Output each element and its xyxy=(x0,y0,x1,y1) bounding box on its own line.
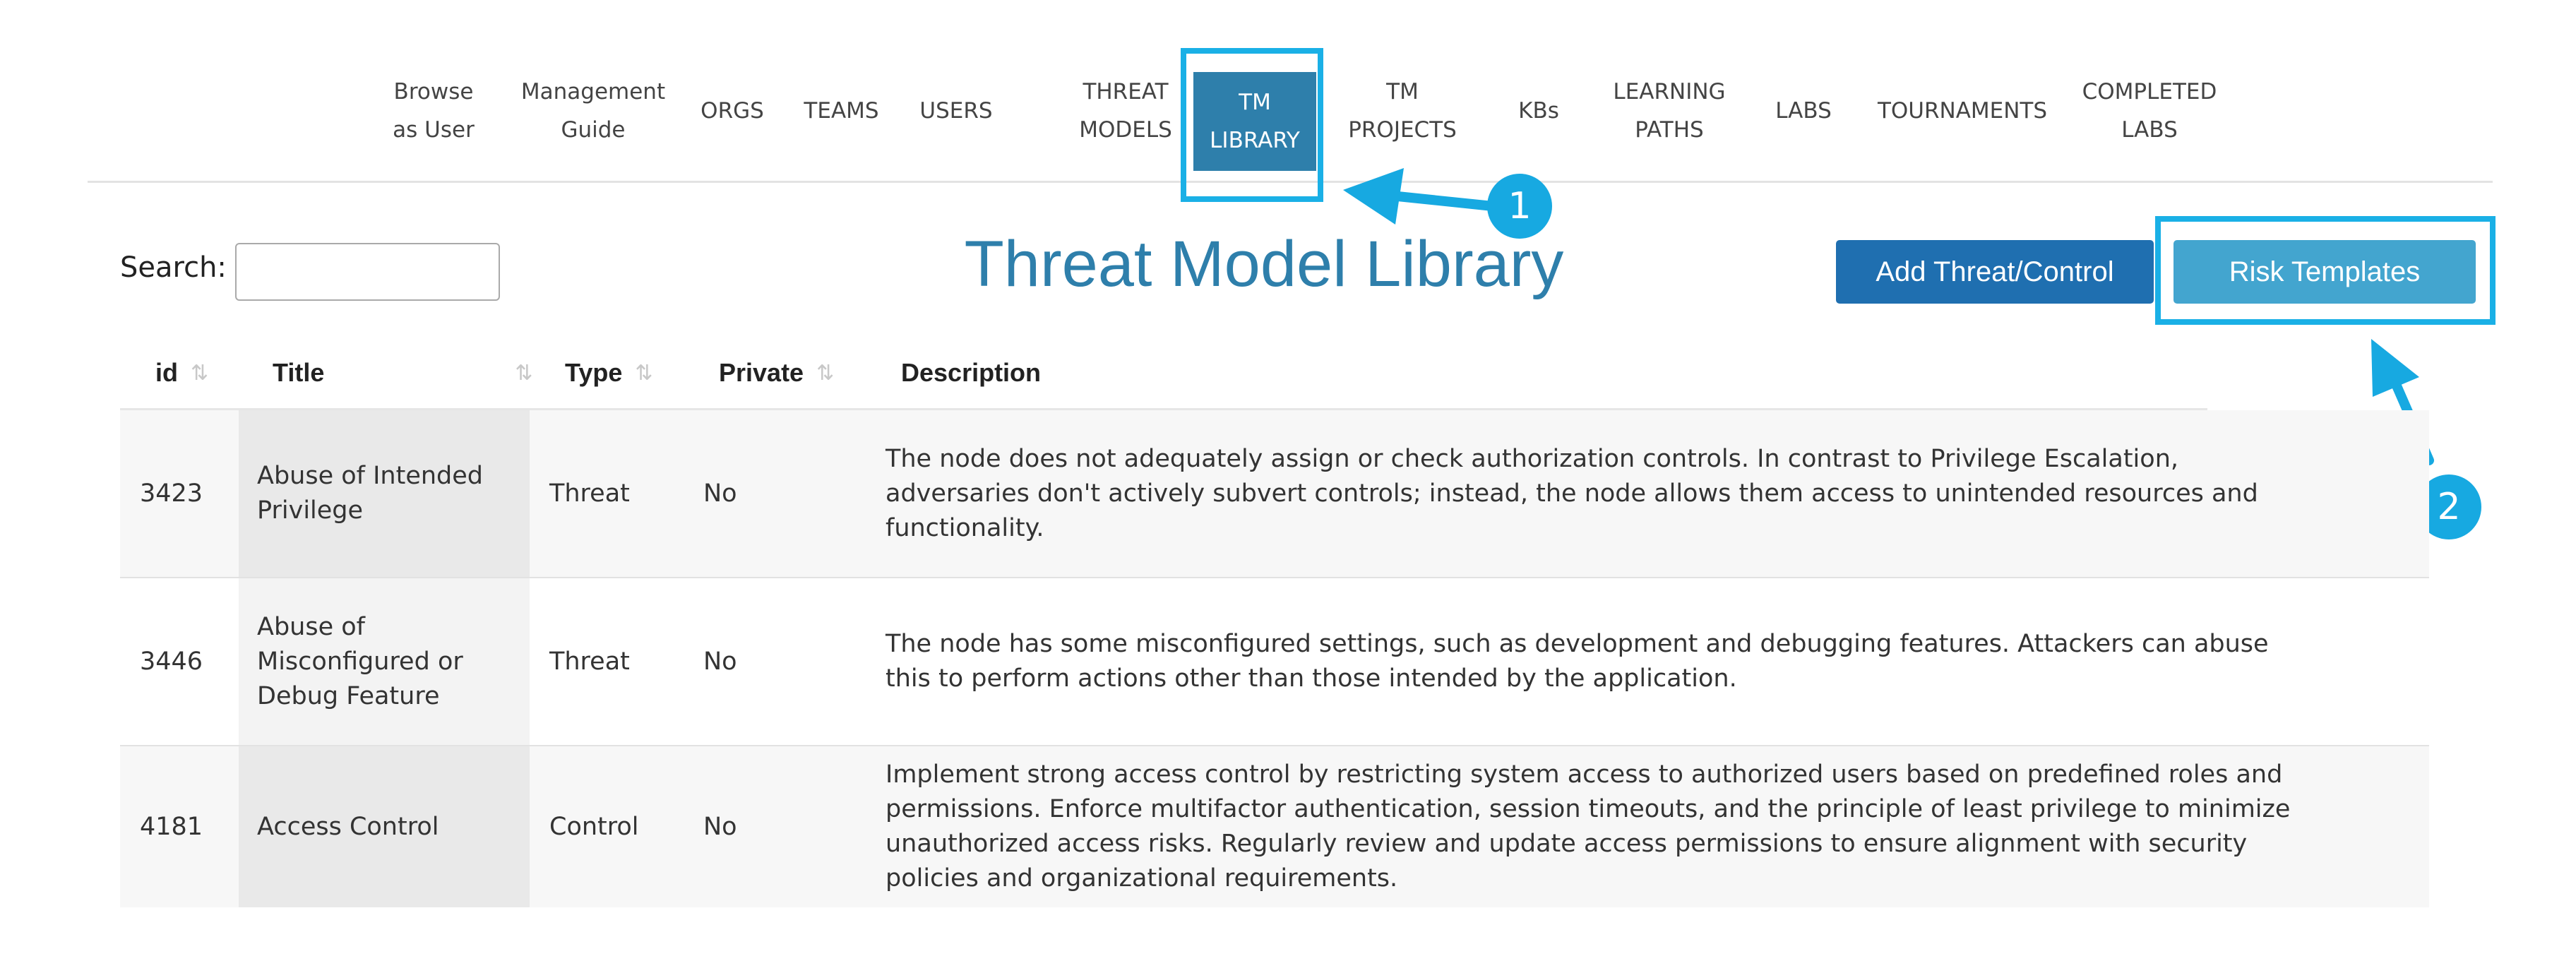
column-header-id[interactable]: id ⇅ xyxy=(155,338,240,408)
cell-type: Threat xyxy=(549,647,630,676)
sort-arrows-icon[interactable]: ⇅ xyxy=(816,361,834,386)
table-row[interactable]: 3423 Abuse of Intended Privilege Threat … xyxy=(120,410,2429,578)
cell-description: The node has some misconfigured settings… xyxy=(886,630,2269,693)
table-row[interactable]: 3446 Abuse of Misconfigured or Debug Fea… xyxy=(120,578,2429,746)
callout-arrow-icon-1 xyxy=(1343,168,1498,225)
cell-description: The node does not adequately assign or c… xyxy=(886,444,2258,542)
cell-title[interactable]: Abuse of Intended Privilege xyxy=(239,410,530,577)
cell-private: No xyxy=(703,647,737,676)
cell-private: No xyxy=(703,479,737,508)
cell-private: No xyxy=(703,812,737,841)
callout-badge-1: 1 xyxy=(1487,174,1552,239)
cell-id: 3423 xyxy=(140,479,203,508)
cell-title[interactable]: Access Control xyxy=(239,746,530,907)
table-row[interactable]: 4181 Access Control Control No Implement… xyxy=(120,746,2429,907)
cell-title[interactable]: Abuse of Misconfigured or Debug Feature xyxy=(239,578,530,745)
column-header-type[interactable]: Type ⇅ xyxy=(565,338,706,408)
sort-arrows-icon[interactable]: ⇅ xyxy=(191,361,208,386)
cell-type: Control xyxy=(549,812,639,841)
column-header-private[interactable]: Private ⇅ xyxy=(719,338,881,408)
column-header-description: Description xyxy=(901,358,1042,387)
threat-library-table: id ⇅ Title ⇅ Type ⇅ Private ⇅ Description 34… xyxy=(120,338,2429,907)
cell-type: Threat xyxy=(549,479,630,508)
cell-id: 4181 xyxy=(140,812,203,841)
table-header-row: id ⇅ Title ⇅ Type ⇅ Private ⇅ Description xyxy=(120,338,2207,410)
column-header-title[interactable]: Title ⇅ xyxy=(273,338,533,408)
cell-description: Implement strong access control by restr… xyxy=(886,760,2291,893)
sort-arrows-icon[interactable]: ⇅ xyxy=(635,361,652,386)
sort-arrows-icon[interactable]: ⇅ xyxy=(515,361,532,386)
cell-id: 3446 xyxy=(140,647,203,676)
